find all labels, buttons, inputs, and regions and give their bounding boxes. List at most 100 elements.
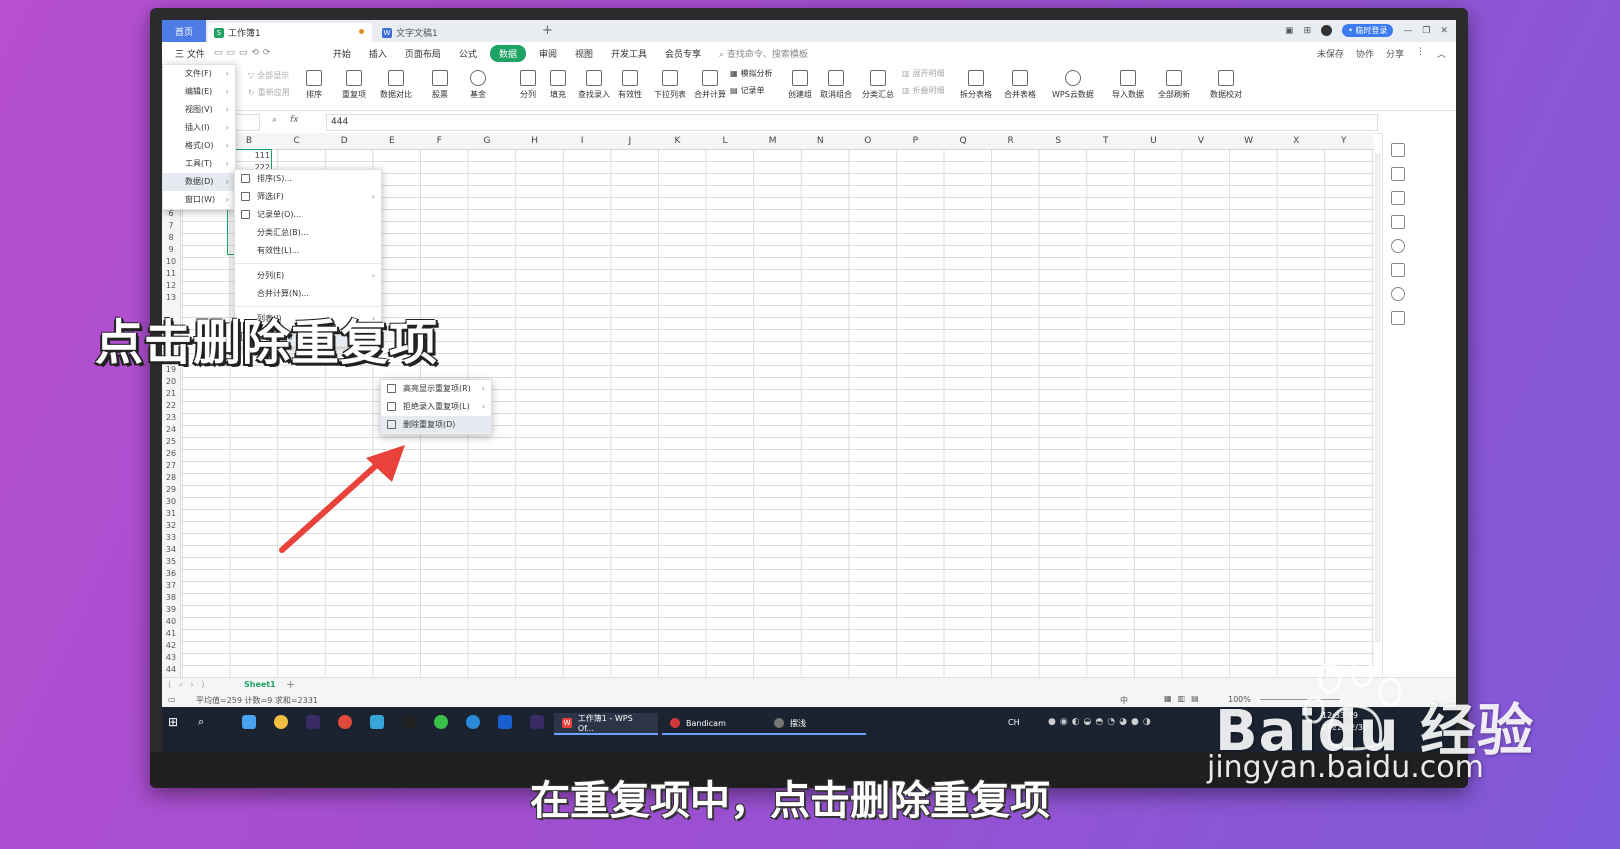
select-icon[interactable]: [1391, 167, 1405, 181]
column-header-n[interactable]: N: [810, 136, 830, 146]
location-icon[interactable]: [1391, 287, 1405, 301]
name-box[interactable]: [234, 114, 260, 131]
split-table-button[interactable]: 拆分表格: [960, 66, 992, 100]
row-header-30[interactable]: 30: [162, 497, 180, 506]
collapse-detail-button[interactable]: ▥ 折叠明细: [902, 85, 945, 96]
dup-menu-item-0[interactable]: 高亮显示重复项(R) ›: [381, 380, 491, 398]
column-header-x[interactable]: X: [1286, 136, 1306, 146]
row-header-37[interactable]: 37: [162, 581, 180, 590]
file-menu-item-3[interactable]: 插入(I) ›: [163, 119, 235, 137]
reapply-button[interactable]: ↻ 重新应用: [248, 87, 290, 98]
login-button[interactable]: • 临时登录: [1342, 24, 1394, 37]
column-header-h[interactable]: H: [525, 136, 545, 146]
photos-icon[interactable]: [242, 715, 256, 729]
column-header-w[interactable]: W: [1239, 136, 1259, 146]
tab-member[interactable]: 会员专享: [656, 47, 710, 60]
column-header-s[interactable]: S: [1048, 136, 1068, 146]
edge-icon[interactable]: [466, 715, 480, 729]
expand-detail-button[interactable]: ▥ 展开明细: [902, 68, 945, 79]
tab-insert[interactable]: 插入: [360, 47, 396, 60]
row-header-40[interactable]: 40: [162, 617, 180, 626]
file-menu-item-1[interactable]: 编辑(E) ›: [163, 83, 235, 101]
row-header-31[interactable]: 31: [162, 509, 180, 518]
row-header-25[interactable]: 25: [162, 437, 180, 446]
tab-developer[interactable]: 开发工具: [602, 47, 656, 60]
file-menu-item-5[interactable]: 工具(T) ›: [163, 155, 235, 173]
row-header-24[interactable]: 24: [162, 425, 180, 434]
row-header-21[interactable]: 21: [162, 389, 180, 398]
tab-document1[interactable]: W 文字文稿1: [376, 23, 536, 42]
row-header-42[interactable]: 42: [162, 641, 180, 650]
record-form-button[interactable]: ▤ 记录单: [730, 85, 765, 96]
consolidate-button[interactable]: 合并计算: [694, 66, 726, 100]
qq-browser-icon[interactable]: [370, 715, 384, 729]
data-menu-item-1[interactable]: 筛选(F) ›: [235, 188, 381, 206]
tab-formula[interactable]: 公式: [450, 47, 486, 60]
row-header-10[interactable]: 10: [162, 257, 180, 266]
fund-button[interactable]: 基金: [470, 66, 486, 100]
wechat-icon[interactable]: [434, 715, 448, 729]
cell-b1[interactable]: 111: [232, 151, 270, 160]
macro-icon[interactable]: ▭: [168, 695, 176, 704]
row-header-23[interactable]: 23: [162, 413, 180, 422]
qq-icon[interactable]: [402, 715, 416, 729]
tab-page-layout[interactable]: 页面布局: [396, 47, 450, 60]
grid-apps-icon[interactable]: ⊞: [1304, 26, 1312, 36]
more-icon[interactable]: ⋮: [1416, 47, 1425, 60]
dup-menu-item-2[interactable]: 删除重复项(D): [381, 416, 491, 434]
formula-input[interactable]: 444: [326, 114, 1378, 131]
ungroup-button[interactable]: 取消组合: [820, 66, 852, 100]
tab-view[interactable]: 视图: [566, 47, 602, 60]
settings-icon[interactable]: [1391, 191, 1405, 205]
data-menu-item-4[interactable]: 有效性(L)...: [235, 242, 381, 260]
system-tray-icons[interactable]: ●◉◐◒◓◔◕●◑: [1048, 717, 1155, 727]
backup-icon[interactable]: [1391, 263, 1405, 277]
column-header-r[interactable]: R: [1001, 136, 1021, 146]
column-header-v[interactable]: V: [1191, 136, 1211, 146]
add-sheet-icon[interactable]: +: [286, 678, 295, 691]
row-header-26[interactable]: 26: [162, 449, 180, 458]
file-menu-button[interactable]: 三 文件: [166, 47, 214, 60]
column-header-p[interactable]: P: [905, 136, 925, 146]
style-icon[interactable]: [1391, 143, 1405, 157]
row-header-38[interactable]: 38: [162, 593, 180, 602]
share-button[interactable]: 分享: [1386, 47, 1404, 60]
restore-icon[interactable]: ❐: [1422, 26, 1430, 36]
layout-icon[interactable]: ▣: [1285, 26, 1294, 36]
file-menu-item-0[interactable]: 文件(F) ›: [163, 65, 235, 83]
fill-button[interactable]: 填充: [550, 66, 566, 100]
feishu-icon[interactable]: [498, 715, 512, 729]
row-header-29[interactable]: 29: [162, 485, 180, 494]
tab-review[interactable]: 审阅: [530, 47, 566, 60]
row-header-20[interactable]: 20: [162, 377, 180, 386]
zoom-search-icon[interactable]: ⌕: [272, 115, 277, 125]
validation-button[interactable]: 有效性: [618, 66, 642, 100]
data-menu-item-3[interactable]: 分类汇总(B)...: [235, 224, 381, 242]
column-header-f[interactable]: F: [429, 136, 449, 146]
file-menu-item-2[interactable]: 视图(V) ›: [163, 101, 235, 119]
column-header-i[interactable]: I: [572, 136, 592, 146]
row-header-32[interactable]: 32: [162, 521, 180, 530]
collapse-ribbon-icon[interactable]: ︿: [1437, 47, 1446, 60]
fx-icon[interactable]: fx: [290, 115, 299, 125]
file-menu-item-7[interactable]: 窗口(W) ›: [163, 191, 235, 209]
column-header-m[interactable]: M: [763, 136, 783, 146]
row-header-7[interactable]: 7: [162, 221, 180, 230]
refresh-all-button[interactable]: 全部刷新: [1158, 66, 1190, 100]
row-header-12[interactable]: 12: [162, 281, 180, 290]
row-header-34[interactable]: 34: [162, 545, 180, 554]
row-header-13[interactable]: 13: [162, 293, 180, 302]
column-header-t[interactable]: T: [1096, 136, 1116, 146]
text-to-columns-button[interactable]: 分列: [520, 66, 536, 100]
command-search[interactable]: ⌕ 查找命令、搜索模板: [710, 47, 817, 60]
column-header-q[interactable]: Q: [953, 136, 973, 146]
tab-workbook1[interactable]: S 工作簿1: [208, 23, 372, 42]
row-header-39[interactable]: 39: [162, 605, 180, 614]
view-mode-icons[interactable]: ▦▥▤: [1164, 694, 1205, 703]
column-header-k[interactable]: K: [667, 136, 687, 146]
tab-home[interactable]: 首页: [162, 20, 206, 42]
row-header-8[interactable]: 8: [162, 233, 180, 242]
data-compare-button[interactable]: 数据对比: [380, 66, 412, 100]
dup-menu-item-1[interactable]: 拒绝录入重复项(L) ›: [381, 398, 491, 416]
data-menu-item-5[interactable]: 分列(E) ›: [235, 267, 381, 285]
